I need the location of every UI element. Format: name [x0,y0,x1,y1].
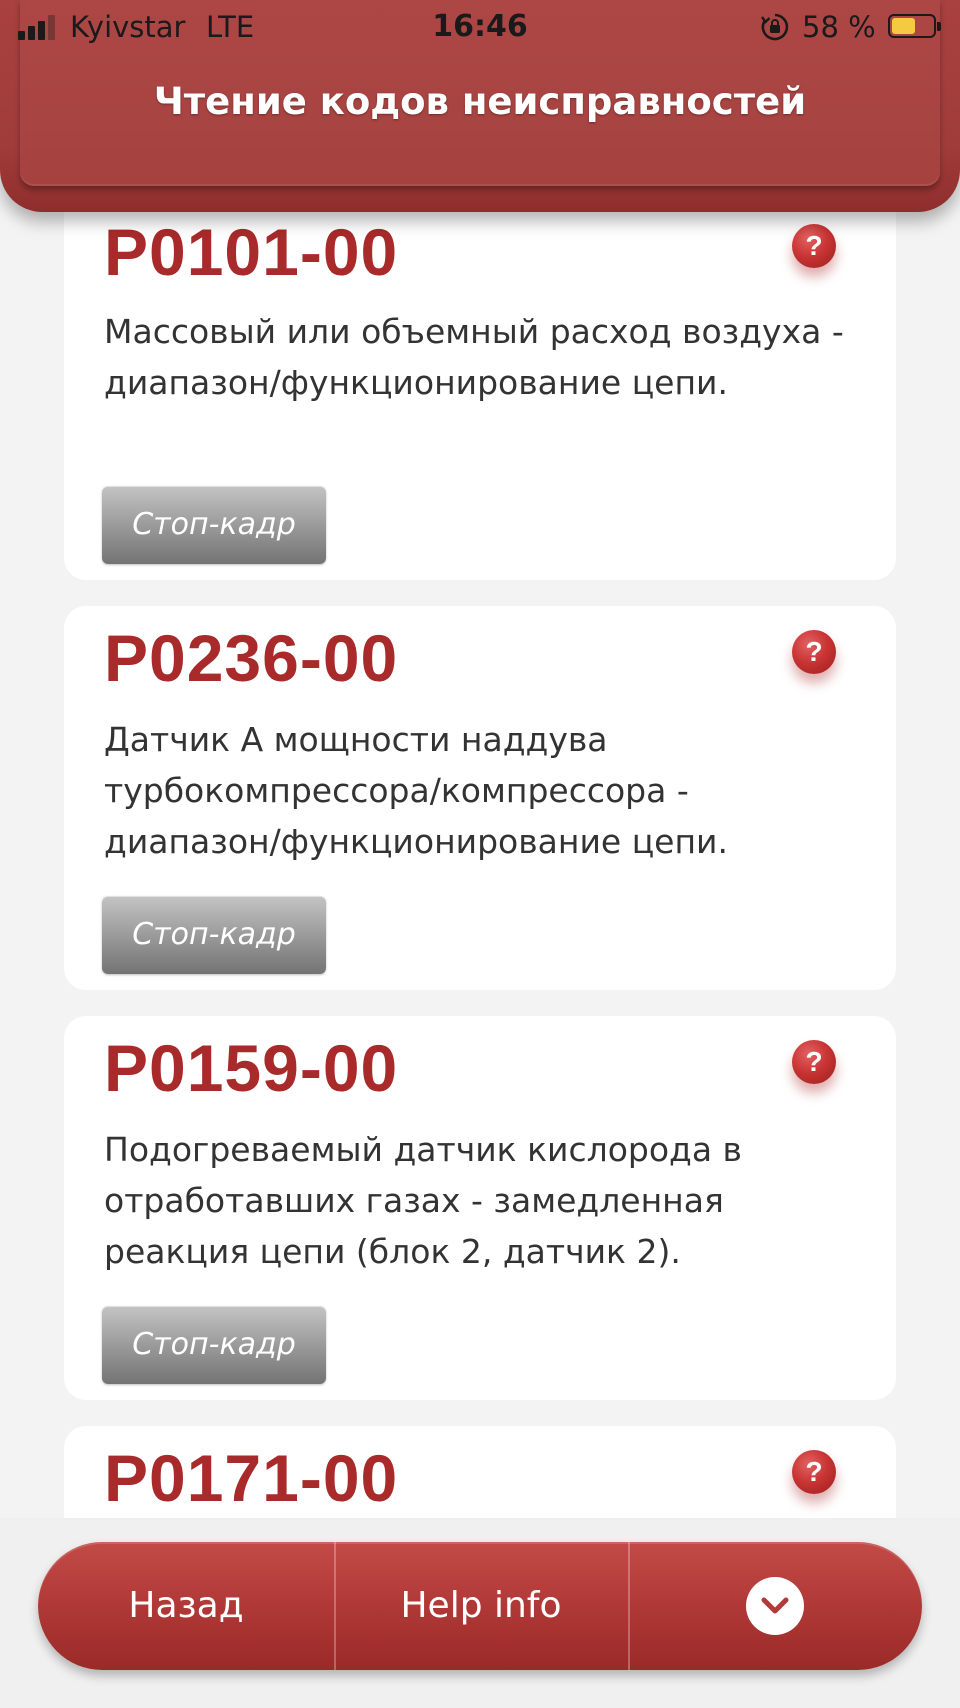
freeze-frame-button[interactable]: Стоп-кадр [102,486,326,564]
fault-code: P0101-00 [104,215,399,289]
back-button[interactable]: Назад [38,1542,334,1670]
app-header: Kyivstar LTE 16:46 58 % Чтение кодов неи… [0,0,960,212]
help-info-button[interactable]: Help info [334,1542,628,1670]
freeze-frame-button[interactable]: Стоп-кадр [102,1306,326,1384]
status-bar: Kyivstar LTE 16:46 58 % [0,0,960,56]
battery-percent: 58 % [802,10,876,44]
fault-description: Массовый или объемный расход воздуха - д… [104,312,844,402]
help-question-icon[interactable]: ? [792,630,836,674]
fault-code: P0159-00 [104,1031,399,1105]
help-question-icon[interactable]: ? [792,1040,836,1084]
help-question-icon[interactable]: ? [792,1450,836,1494]
expand-menu-button[interactable] [628,1542,922,1670]
fault-description: Датчик A мощности наддува турбокомпрессо… [104,720,728,861]
fault-code-list[interactable]: P0101-00 ? Массовый или объемный расход … [0,0,960,1518]
page-title: Чтение кодов неисправностей [153,80,807,123]
freeze-frame-button[interactable]: Стоп-кадр [102,896,326,974]
orientation-lock-icon [761,13,789,41]
fault-code-card: P0171-00 ? [64,1426,896,1518]
fault-code: P0171-00 [104,1441,399,1515]
bottom-toolbar: Назад Help info [38,1542,922,1670]
fault-code-card: P0101-00 ? Массовый или объемный расход … [64,180,896,580]
battery-icon [888,14,941,38]
fault-description: Подогреваемый датчик кислорода в отработ… [104,1130,743,1271]
chevron-down-icon [746,1577,804,1635]
fault-code-card: P0236-00 ? Датчик A мощности наддува тур… [64,606,896,990]
fault-code-card: P0159-00 ? Подогреваемый датчик кислород… [64,1016,896,1400]
fault-code: P0236-00 [104,621,399,695]
help-question-icon[interactable]: ? [792,224,836,268]
